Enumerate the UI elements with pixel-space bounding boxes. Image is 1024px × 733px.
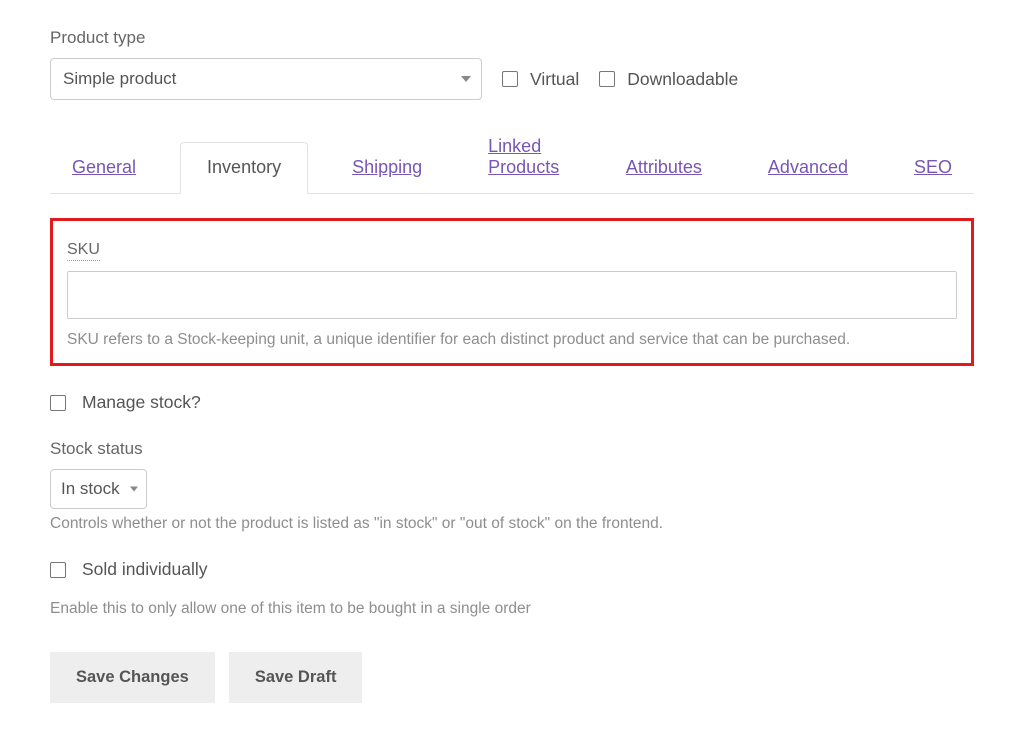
- sku-input[interactable]: [67, 271, 957, 319]
- downloadable-label: Downloadable: [627, 69, 738, 90]
- save-changes-button[interactable]: Save Changes: [50, 652, 215, 703]
- sku-help-text: SKU refers to a Stock-keeping unit, a un…: [67, 331, 957, 349]
- product-type-selected: Simple product: [63, 69, 176, 89]
- manage-stock-label: Manage stock?: [82, 392, 201, 413]
- stock-status-help-text: Controls whether or not the product is l…: [50, 515, 974, 533]
- virtual-label: Virtual: [530, 69, 579, 90]
- product-data-tabs: General Inventory Shipping Linked Produc…: [50, 122, 974, 194]
- stock-status-select[interactable]: In stock: [50, 469, 147, 509]
- manage-stock-checkbox[interactable]: [50, 395, 66, 411]
- sku-section: SKU SKU refers to a Stock-keeping unit, …: [50, 218, 974, 366]
- save-draft-button[interactable]: Save Draft: [229, 652, 363, 703]
- product-type-select[interactable]: Simple product: [50, 58, 482, 100]
- tab-advanced[interactable]: Advanced: [746, 143, 870, 193]
- sold-individually-help-text: Enable this to only allow one of this it…: [50, 600, 974, 618]
- tab-inventory[interactable]: Inventory: [180, 142, 308, 194]
- sold-individually-checkbox[interactable]: [50, 562, 66, 578]
- tab-general[interactable]: General: [50, 143, 158, 193]
- stock-status-selected: In stock: [61, 479, 120, 499]
- chevron-down-icon: [130, 487, 138, 492]
- tab-seo[interactable]: SEO: [892, 143, 974, 193]
- product-type-label: Product type: [50, 28, 974, 48]
- tab-linked-products[interactable]: Linked Products: [466, 122, 582, 193]
- sku-label: SKU: [67, 241, 100, 261]
- stock-status-label: Stock status: [50, 439, 974, 459]
- virtual-checkbox[interactable]: [502, 71, 518, 87]
- sold-individually-label: Sold individually: [82, 559, 208, 580]
- tab-shipping[interactable]: Shipping: [330, 143, 444, 193]
- chevron-down-icon: [461, 76, 471, 82]
- tab-attributes[interactable]: Attributes: [604, 143, 724, 193]
- downloadable-checkbox[interactable]: [599, 71, 615, 87]
